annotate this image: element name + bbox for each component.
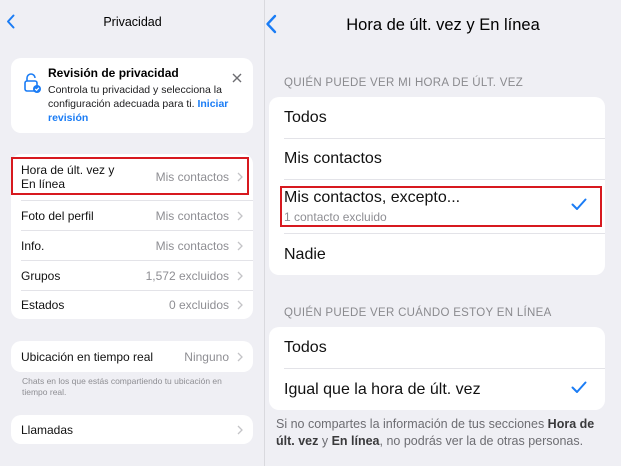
footnote-text: y (318, 434, 332, 448)
banner-title: Revisión de privacidad (48, 66, 179, 80)
setting-profile-photo[interactable]: Foto del perfil Mis contactos (11, 201, 253, 230)
last-seen-online-screen: Hora de últ. vez y En línea QUIÉN PUEDE … (265, 0, 621, 466)
option-online-everyone[interactable]: Todos (269, 327, 605, 368)
chevron-right-icon (237, 172, 243, 182)
setting-value: Mis contactos (155, 170, 229, 184)
chevron-right-icon (237, 352, 243, 362)
setting-label: Hora de últ. vez y En línea (21, 163, 115, 191)
option-my-contacts[interactable]: Mis contactos (269, 139, 605, 179)
option-label: Mis contactos, excepto... 1 contacto exc… (284, 189, 571, 224)
setting-groups[interactable]: Grupos 1,572 excluidos (11, 261, 253, 290)
option-everyone[interactable]: Todos (269, 97, 605, 138)
checkmark-icon (571, 198, 587, 216)
chevron-right-icon (237, 211, 243, 221)
option-label: Igual que la hora de últ. vez (284, 380, 481, 398)
option-label: Todos (284, 108, 327, 126)
option-title: Mis contactos, excepto... (284, 189, 461, 206)
live-location-note: Chats en los que estás compartiendo tu u… (22, 376, 222, 397)
online-options: Todos Igual que la hora de últ. vez (269, 327, 605, 410)
setting-label: Llamadas (21, 422, 74, 437)
last-seen-section-header: QUIÉN PUEDE VER MI HORA DE ÚLT. VEZ (284, 77, 524, 89)
option-subtitle: 1 contacto excluido (284, 210, 387, 224)
calls-card: Llamadas (11, 415, 253, 444)
nav-bar: Privacidad (0, 0, 265, 46)
setting-label: Grupos (21, 268, 61, 283)
checkmark-icon (571, 381, 587, 399)
chevron-right-icon (237, 271, 243, 281)
setting-label: Info. (21, 238, 45, 253)
setting-label: Foto del perfil (21, 208, 94, 223)
setting-value: Mis contactos (155, 238, 229, 253)
setting-live-location[interactable]: Ubicación en tiempo real Ninguno (11, 341, 253, 372)
chevron-right-icon (237, 300, 243, 310)
setting-label: Ubicación en tiempo real (21, 349, 154, 364)
setting-status[interactable]: Estados 0 excluidos (11, 291, 253, 319)
option-label: Mis contactos (284, 150, 382, 167)
page-title: Privacidad (103, 15, 162, 29)
close-icon (232, 73, 242, 83)
footnote-text: Si no compartes la información de tus se… (276, 417, 548, 431)
banner-description: Controla tu privacidad y selecciona la c… (48, 84, 222, 110)
lock-check-icon (22, 72, 42, 99)
live-location-card: Ubicación en tiempo real Ninguno (11, 341, 253, 372)
privacy-settings-list: Hora de últ. vez y En línea Mis contacto… (11, 154, 253, 319)
banner-text: Controla tu privacidad y selecciona la c… (48, 83, 243, 125)
setting-value: 0 excluidos (168, 298, 229, 312)
setting-value: 1,572 excluidos (145, 268, 229, 283)
footnote-text: , no podrás ver la de otras personas. (379, 434, 584, 448)
setting-value: Ninguno (184, 349, 229, 364)
option-label: Nadie (284, 245, 326, 263)
option-same-as-last-seen[interactable]: Igual que la hora de últ. vez (269, 369, 605, 410)
chevron-right-icon (237, 425, 243, 435)
last-seen-options: Todos Mis contactos Mis contactos, excep… (269, 97, 605, 275)
online-section-header: QUIÉN PUEDE VER CUÁNDO ESTOY EN LÍNEA (284, 307, 552, 319)
setting-value: Mis contactos (155, 208, 229, 223)
nav-bar: Hora de últ. vez y En línea (265, 0, 621, 46)
footnote-bold: En línea (331, 434, 380, 448)
option-label: Todos (284, 338, 327, 356)
setting-info[interactable]: Info. Mis contactos (11, 231, 253, 260)
setting-label: Estados (21, 298, 65, 312)
setting-calls[interactable]: Llamadas (11, 415, 253, 444)
option-my-contacts-except[interactable]: Mis contactos, excepto... 1 contacto exc… (269, 180, 605, 233)
chevron-right-icon (237, 241, 243, 251)
privacy-screen: Privacidad Revisión de privacidad Contro… (0, 0, 265, 466)
page-title: Hora de últ. vez y En línea (346, 16, 540, 34)
close-banner-button[interactable] (232, 70, 242, 88)
setting-last-seen[interactable]: Hora de últ. vez y En línea Mis contacto… (11, 154, 253, 200)
privacy-footnote: Si no compartes la información de tus se… (276, 416, 606, 450)
option-nobody[interactable]: Nadie (269, 234, 605, 275)
